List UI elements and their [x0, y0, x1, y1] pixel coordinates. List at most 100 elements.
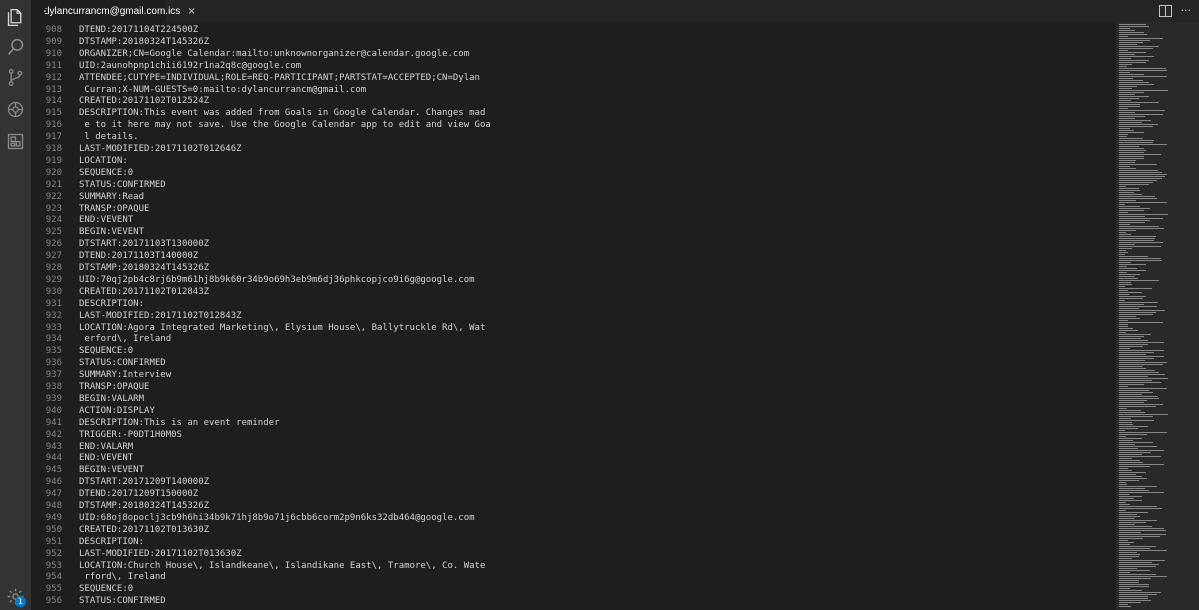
- code-line[interactable]: 919 LOCATION:: [31, 155, 1116, 167]
- close-icon[interactable]: ×: [187, 6, 195, 17]
- code-line[interactable]: 932 LAST-MODIFIED:20171102T012843Z: [31, 310, 1116, 322]
- code-line[interactable]: 954 rford\, Ireland: [31, 571, 1116, 583]
- minimap-line: [1119, 566, 1156, 567]
- code-line[interactable]: 945 BEGIN:VEVENT: [31, 464, 1116, 476]
- line-number: 943: [45, 441, 62, 452]
- code-line[interactable]: 940 ACTION:DISPLAY: [31, 405, 1116, 417]
- code-line[interactable]: 942 TRIGGER:-P0DT1H0M0S: [31, 429, 1116, 441]
- minimap-line: [1119, 592, 1161, 593]
- code-line[interactable]: 908 DTEND:20171104T224500Z: [31, 24, 1116, 36]
- code-line[interactable]: 910 ORGANIZER;CN=Google Calendar:mailto:u…: [31, 48, 1116, 60]
- code-line[interactable]: 955 SEQUENCE:0: [31, 583, 1116, 595]
- minimap-line: [1119, 582, 1139, 583]
- search-icon[interactable]: [5, 37, 26, 58]
- code-line[interactable]: 925 BEGIN:VEVENT: [31, 226, 1116, 238]
- line-text: UID:68oj8opoclj3cb9h6hi34b9k71hj8b9o71j6…: [79, 512, 475, 523]
- code-line[interactable]: 931 DESCRIPTION:: [31, 298, 1116, 310]
- minimap-line: [1119, 156, 1144, 157]
- code-line[interactable]: 947 DTEND:20171209T150000Z: [31, 488, 1116, 500]
- code-line[interactable]: 921 STATUS:CONFIRMED: [31, 179, 1116, 191]
- split-editor-icon[interactable]: [1158, 5, 1172, 17]
- code-line[interactable]: 913 Curran;X-NUM-GUESTS=0:mailto:dylancu…: [31, 84, 1116, 96]
- minimap-line: [1119, 430, 1125, 431]
- line-number: 931: [45, 298, 62, 309]
- line-number: 908: [45, 25, 62, 35]
- code-line[interactable]: 923 TRANSP:OPAQUE: [31, 203, 1116, 215]
- line-number: 909: [45, 36, 62, 47]
- extensions-icon[interactable]: [5, 131, 26, 152]
- code-line[interactable]: 933 LOCATION:Agora Integrated Marketing\,…: [31, 322, 1116, 334]
- code-line[interactable]: 929 UID:70qj2pb4c8rj6b9m61hj8b9k60r34b9o6…: [31, 274, 1116, 286]
- code-line[interactable]: 951 DESCRIPTION:: [31, 536, 1116, 548]
- source-control-icon[interactable]: [5, 67, 26, 88]
- code-line[interactable]: 912 ATTENDEE;CUTYPE=INDIVIDUAL;ROLE=REQ-P…: [31, 72, 1116, 84]
- code-line[interactable]: 953 LOCATION:Church House\, Islandkeane\,…: [31, 560, 1116, 572]
- minimap-line: [1119, 448, 1138, 449]
- line-number: 919: [45, 155, 62, 166]
- code-line[interactable]: 916 e to it here may not save. Use the G…: [31, 119, 1116, 131]
- minimap-line: [1119, 96, 1149, 97]
- minimap-line: [1119, 466, 1150, 467]
- minimap-line: [1119, 320, 1128, 321]
- line-number: 924: [45, 215, 62, 226]
- minimap-line: [1119, 516, 1140, 517]
- line-text: END:VEVENT: [79, 215, 134, 226]
- code-line[interactable]: 938 TRANSP:OPAQUE: [31, 381, 1116, 393]
- code-line[interactable]: 918 LAST-MODIFIED:20171102T012646Z: [31, 143, 1116, 155]
- code-line[interactable]: 937 SUMMARY:Interview: [31, 369, 1116, 381]
- code-line[interactable]: 946 DTSTART:20171209T140000Z: [31, 476, 1116, 488]
- code-line[interactable]: 926 DTSTART:20171103T130000Z: [31, 238, 1116, 250]
- code-line[interactable]: 914 CREATED:20171102T012524Z: [31, 95, 1116, 107]
- minimap[interactable]: [1116, 22, 1199, 610]
- code-line[interactable]: 928 DTSTAMP:20180324T145326Z: [31, 262, 1116, 274]
- code-line[interactable]: 948 DTSTAMP:20180324T145326Z: [31, 500, 1116, 512]
- minimap-line: [1119, 504, 1130, 505]
- code-line[interactable]: 943 END:VALARM: [31, 441, 1116, 453]
- minimap-line: [1119, 298, 1143, 299]
- code-line[interactable]: 911 UID:2aunohpnp1chii6192r1na2q8c@google…: [31, 60, 1116, 72]
- minimap-line: [1119, 302, 1158, 303]
- minimap-line: [1119, 124, 1158, 125]
- more-actions-icon[interactable]: ···: [1181, 3, 1192, 19]
- code-line[interactable]: 917 l details.: [31, 131, 1116, 143]
- minimap-line: [1119, 372, 1159, 373]
- code-editor[interactable]: 908 DTEND:20171104T224500Z 909 DTSTAMP:2018…: [31, 22, 1116, 610]
- code-line[interactable]: 930 CREATED:20171102T012843Z: [31, 286, 1116, 298]
- editor-tab[interactable]: dylancurrancm@gmail.com.ics ×: [31, 0, 196, 22]
- code-line[interactable]: 956 STATUS:CONFIRMED: [31, 595, 1116, 607]
- explorer-icon[interactable]: [5, 7, 26, 28]
- minimap-line: [1119, 338, 1141, 339]
- code-line[interactable]: 941 DESCRIPTION:This is an event reminder: [31, 417, 1116, 429]
- code-line[interactable]: 924 END:VEVENT: [31, 214, 1116, 226]
- minimap-line: [1119, 354, 1146, 355]
- code-line[interactable]: 935 SEQUENCE:0: [31, 345, 1116, 357]
- minimap-line: [1119, 346, 1143, 347]
- code-line[interactable]: 915 DESCRIPTION:This event was added from…: [31, 107, 1116, 119]
- line-text: rford\, Ireland: [79, 572, 166, 583]
- minimap-line: [1119, 530, 1166, 531]
- code-line[interactable]: 939 BEGIN:VALARM: [31, 393, 1116, 405]
- code-line[interactable]: 934 erford\, Ireland: [31, 333, 1116, 345]
- code-line[interactable]: 922 SUMMARY:Read: [31, 191, 1116, 203]
- minimap-line: [1119, 456, 1161, 457]
- minimap-line: [1119, 274, 1140, 275]
- code-line[interactable]: 949 UID:68oj8opoclj3cb9h6hi34b9k71hj8b9o7…: [31, 512, 1116, 524]
- minimap-line: [1119, 208, 1150, 209]
- code-line[interactable]: 950 CREATED:20171102T013630Z: [31, 524, 1116, 536]
- minimap-line: [1119, 394, 1142, 395]
- code-line[interactable]: 944 END:VEVENT: [31, 452, 1116, 464]
- code-line[interactable]: 927 DTEND:20171103T140000Z: [31, 250, 1116, 262]
- line-number: 922: [45, 191, 62, 202]
- line-number: 917: [45, 132, 62, 143]
- minimap-line: [1119, 236, 1156, 237]
- minimap-line: [1119, 168, 1136, 169]
- code-line[interactable]: 909 DTSTAMP:20180324T145326Z: [31, 36, 1116, 48]
- minimap-line: [1119, 214, 1168, 215]
- code-line[interactable]: 952 LAST-MODIFIED:20171102T013630Z: [31, 548, 1116, 560]
- minimap-line: [1119, 256, 1148, 257]
- debug-icon[interactable]: [5, 99, 26, 120]
- tab-title: dylancurrancm@gmail.com.ics: [44, 5, 181, 17]
- minimap-line: [1119, 134, 1128, 135]
- code-line[interactable]: 920 SEQUENCE:0: [31, 167, 1116, 179]
- code-line[interactable]: 936 STATUS:CONFIRMED: [31, 357, 1116, 369]
